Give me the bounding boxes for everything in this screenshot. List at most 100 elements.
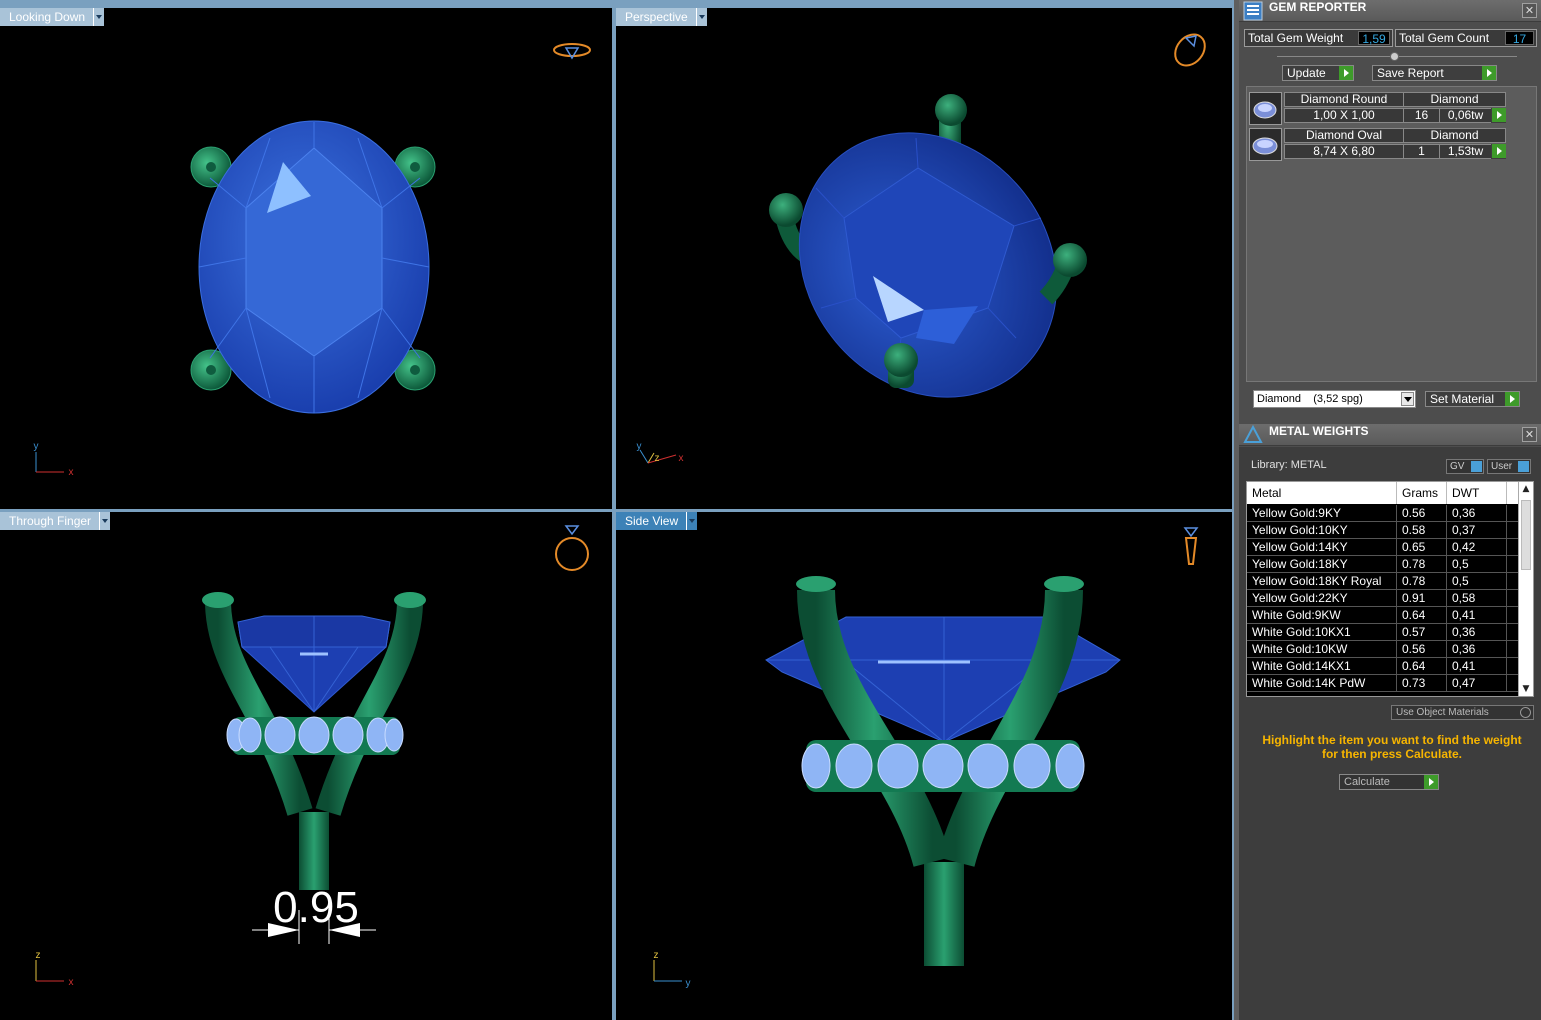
chevron-down-icon[interactable] [1401, 392, 1414, 406]
viewport-looking-down[interactable]: Looking Down y x [0, 8, 612, 509]
user-toggle[interactable]: User [1487, 459, 1531, 474]
radio-icon [1520, 707, 1531, 718]
metal-name: White Gold:14KX1 [1247, 658, 1397, 674]
user-toggle-label: User [1491, 461, 1513, 472]
calculate-button-label: Calculate [1344, 776, 1390, 788]
set-material-button-label: Set Material [1430, 392, 1495, 406]
table-row[interactable]: White Gold:14K PdW 0.73 0,47 [1247, 675, 1519, 692]
table-row[interactable]: White Gold:10KW 0.56 0,36 [1247, 641, 1519, 658]
ring-perspective-icon[interactable] [1169, 29, 1211, 72]
viewport-side-view[interactable]: Side View z y [616, 512, 1232, 1020]
column-header-grams[interactable]: Grams [1397, 482, 1447, 504]
metal-name: White Gold:9KW [1247, 607, 1397, 623]
ring-top-view-icon[interactable] [553, 43, 591, 60]
viewport-label-perspective[interactable]: Perspective [616, 8, 707, 26]
viewport-dropdown-icon[interactable] [93, 8, 105, 26]
column-header-metal[interactable]: Metal [1247, 482, 1397, 504]
use-object-materials-toggle[interactable]: Use Object Materials [1391, 705, 1534, 720]
table-row[interactable]: Yellow Gold:18KY 0.78 0,5 [1247, 556, 1519, 573]
viewport-dropdown-icon[interactable] [99, 512, 111, 530]
prong-back [935, 94, 967, 126]
gem-count: 1 [1403, 144, 1440, 159]
viewport-label-side-view[interactable]: Side View [616, 512, 698, 530]
gv-toggle[interactable]: GV [1446, 459, 1484, 474]
save-report-button[interactable]: Save Report [1372, 65, 1497, 81]
axis-label: y [34, 441, 39, 452]
gem-row[interactable]: Diamond Round Diamond 1,00 X 1,00 16 0,0… [1249, 92, 1512, 126]
table-row[interactable]: White Gold:10KX1 0.57 0,36 [1247, 624, 1519, 641]
total-gem-weight-label: Total Gem Weight [1248, 31, 1344, 45]
play-arrow-icon [1492, 144, 1506, 158]
calculate-button[interactable]: Calculate [1339, 774, 1439, 790]
viewport-dropdown-icon[interactable] [695, 8, 707, 26]
grams-value: 0.78 [1397, 573, 1447, 589]
viewport-perspective[interactable]: Perspective y z x [616, 8, 1232, 509]
axis-indicator-perspective: y z x [637, 441, 684, 464]
update-button[interactable]: Update [1282, 65, 1354, 81]
table-row[interactable]: Yellow Gold:18KY Royal 0.78 0,5 [1247, 573, 1519, 590]
report-slider[interactable] [1277, 52, 1517, 61]
prong-front [884, 343, 918, 377]
oval-gem-top [198, 120, 430, 414]
dwt-value: 0,41 [1447, 658, 1507, 674]
table-row[interactable]: White Gold:14KX1 0.64 0,41 [1247, 658, 1519, 675]
total-gem-weight: Total Gem Weight 1,59 [1244, 29, 1393, 47]
gem-reporter-title: GEM REPORTER [1269, 0, 1367, 14]
gem-size: 1,00 X 1,00 [1284, 108, 1404, 123]
total-gem-count-label: Total Gem Count [1399, 31, 1490, 45]
halo-melee-gems [801, 743, 1085, 789]
close-icon[interactable]: ✕ [1522, 3, 1537, 18]
prong-right [1053, 243, 1087, 277]
gem-weight: 0,06tw [1439, 108, 1492, 123]
viewport-through-finger[interactable]: Through Finger 0.95 z x [0, 512, 612, 1020]
dimension-value: 0.95 [273, 883, 359, 932]
library-label: Library: METAL [1251, 459, 1327, 471]
save-report-button-label: Save Report [1377, 66, 1444, 80]
side-view-scene: z y [653, 527, 1199, 989]
dwt-value: 0,36 [1447, 641, 1507, 657]
gem-row-go-button[interactable] [1491, 108, 1506, 123]
set-material-button[interactable]: Set Material [1425, 391, 1520, 407]
slider-handle[interactable] [1390, 52, 1399, 61]
play-arrow-icon [1424, 775, 1438, 789]
gem-row[interactable]: Diamond Oval Diamond 8,74 X 6,80 1 1,53t… [1249, 128, 1512, 162]
viewport-label-text: Looking Down [0, 8, 94, 26]
dwt-value: 0,42 [1447, 539, 1507, 555]
gem-name: Diamond Oval [1284, 128, 1404, 143]
gem-size: 8,74 X 6,80 [1284, 144, 1404, 159]
close-icon[interactable]: ✕ [1522, 427, 1537, 442]
grams-value: 0.78 [1397, 556, 1447, 572]
metal-name: White Gold:10KW [1247, 641, 1397, 657]
table-row[interactable]: Yellow Gold:9KY 0.56 0,36 [1247, 505, 1519, 522]
gem-row-go-button[interactable] [1491, 144, 1506, 159]
viewport-label-through-finger[interactable]: Through Finger [0, 512, 111, 530]
table-row[interactable]: Yellow Gold:22KY 0.91 0,58 [1247, 590, 1519, 607]
axis-label: z [36, 950, 41, 961]
viewport-grid: Looking Down y x Perspective y z x Throu… [0, 0, 1234, 1020]
gem-material: Diamond [1403, 92, 1506, 107]
ring-side-view-icon[interactable] [1183, 527, 1199, 565]
viewport-dropdown-icon[interactable] [686, 512, 698, 530]
material-select[interactable]: Diamond (3,52 spg) [1253, 390, 1416, 408]
shank [299, 812, 329, 890]
column-header-dwt[interactable]: DWT [1447, 482, 1507, 504]
axis-indicator-looking-down: y x [34, 441, 74, 478]
metal-name: White Gold:14K PdW [1247, 675, 1397, 691]
vertical-scrollbar[interactable]: ▲ ▼ [1518, 482, 1533, 696]
scale-icon [1243, 425, 1263, 443]
viewport-label-looking-down[interactable]: Looking Down [0, 8, 105, 26]
through-finger-scene: 0.95 z x [35, 525, 589, 988]
scroll-up-icon[interactable]: ▲ [1521, 484, 1531, 494]
scrollbar-thumb[interactable] [1521, 500, 1531, 570]
ring-front-view-icon[interactable] [555, 525, 589, 571]
metal-name: Yellow Gold:14KY [1247, 539, 1397, 555]
table-row[interactable]: Yellow Gold:10KY 0.58 0,37 [1247, 522, 1519, 539]
metal-weights-title: METAL WEIGHTS [1269, 424, 1369, 438]
material-select-value: Diamond (3,52 spg) [1257, 393, 1363, 405]
axis-label: y [637, 441, 642, 452]
table-row[interactable]: Yellow Gold:14KY 0.65 0,42 [1247, 539, 1519, 556]
table-row[interactable]: White Gold:9KW 0.64 0,41 [1247, 607, 1519, 624]
table-header: Metal Grams DWT [1247, 482, 1519, 504]
gem-list: Diamond Round Diamond 1,00 X 1,00 16 0,0… [1246, 86, 1537, 382]
scroll-down-icon[interactable]: ▼ [1521, 684, 1531, 694]
